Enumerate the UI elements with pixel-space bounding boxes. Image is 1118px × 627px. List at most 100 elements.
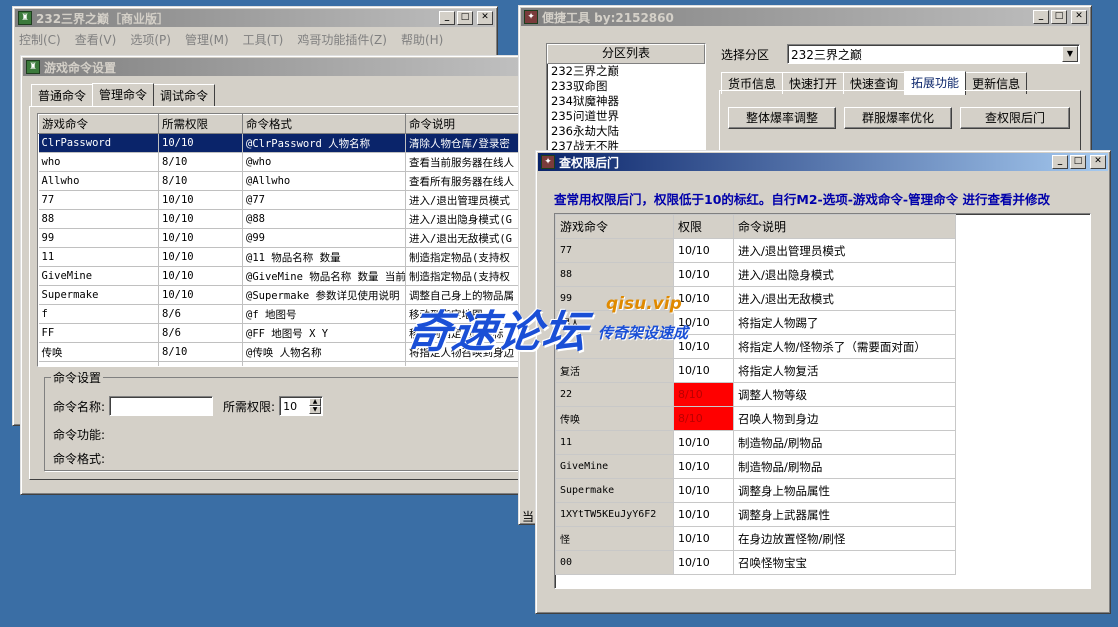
command-list-view[interactable]: 游戏命令 所需权限 命令格式 命令说明 ClrPassword 10/10 @Clr…: [37, 113, 529, 367]
table-cell: 10/10: [158, 209, 243, 229]
command-settings-titlebar[interactable]: ♜ 游戏命令设置: [23, 58, 527, 76]
chevron-down-icon[interactable]: ▼: [1062, 46, 1078, 62]
command-settings-window: ♜ 游戏命令设置 普通命令 管理命令 调试命令 游戏命令 所需权限 命令格式 命…: [20, 55, 530, 495]
table-row[interactable]: GiveMine 10/10 制造物品/刷物品: [555, 454, 956, 479]
menu-plugins[interactable]: 鸡哥功能插件(Z): [297, 31, 387, 48]
table-cell: FF: [38, 323, 159, 343]
menu-options[interactable]: 选项(P): [130, 31, 171, 48]
group-drop-rate-button[interactable]: 群服爆率优化: [844, 107, 952, 129]
spinner-down-icon[interactable]: ▼: [309, 406, 322, 414]
close-button[interactable]: ✕: [477, 11, 493, 25]
menu-view[interactable]: 查看(V): [75, 31, 117, 48]
minimize-button[interactable]: _: [1033, 10, 1049, 24]
tab-normal-commands[interactable]: 普通命令: [31, 84, 94, 106]
table-cell: 11: [38, 247, 159, 267]
table-row[interactable]: 传唤 8/10 召唤人物到身边: [555, 406, 956, 431]
col-game-command: 游戏命令: [555, 214, 674, 239]
command-name-input[interactable]: [109, 396, 214, 416]
permission-cell: 10/10: [673, 502, 734, 527]
table-cell: @Allwho: [242, 171, 406, 191]
permission-cell: 10/10: [673, 430, 734, 455]
table-row[interactable]: 1XYtTW5KEuJyY6F2 10/10 调整身上武器属性: [555, 502, 956, 527]
tab-admin-commands[interactable]: 管理命令: [92, 83, 155, 107]
col-command-description[interactable]: 命令说明: [405, 114, 529, 134]
table-row[interactable]: 88 10/10 @88 进入/退出隐身模式(G: [38, 209, 529, 229]
maximize-button[interactable]: □: [457, 11, 473, 25]
table-row[interactable]: 88 10/10 进入/退出隐身模式: [555, 262, 956, 287]
table-row[interactable]: Allwho 8/10 @Allwho 查看所有服务器在线人: [38, 171, 529, 191]
zone-select[interactable]: 232三界之巅 ▼: [787, 44, 1080, 64]
table-row[interactable]: 11 10/10 @11 物品名称 数量 制造指定物品(支持权: [38, 247, 529, 267]
table-cell: @11 物品名称 数量: [242, 247, 406, 267]
zone-list-item[interactable]: 233驭命图: [551, 79, 705, 94]
minimize-button[interactable]: _: [439, 11, 455, 25]
table-cell: 10/10: [158, 190, 243, 210]
zone-list-item[interactable]: 232三界之巅: [551, 64, 705, 79]
spinner-up-icon[interactable]: ▲: [309, 398, 322, 406]
maximize-button[interactable]: □: [1070, 155, 1086, 169]
quick-tools-titlebar[interactable]: ✦ 便捷工具 by:2152860 _ □ ✕: [521, 8, 1089, 26]
table-cell: 将指定人物召唤到身边: [405, 342, 529, 362]
permission-cell-flagged: 8/10: [673, 406, 734, 431]
permission-cell: 10/10: [673, 478, 734, 503]
close-button[interactable]: ✕: [1090, 155, 1106, 169]
table-row[interactable]: GiveMine 10/10 @GiveMine 物品名称 数量 当前 制造指定物品(…: [38, 266, 529, 286]
table-row[interactable]: 传唤 8/10 @传唤 人物名称 将指定人物召唤到身边: [38, 342, 529, 362]
table-row[interactable]: f 8/6 @f 地图号 移动到指定地图: [38, 304, 529, 324]
permission-spinner[interactable]: 10 ▲ ▼: [279, 396, 324, 416]
table-row[interactable]: ClrPassword 10/10 @ClrPassword 人物名称 清除人物仓库/…: [38, 133, 529, 153]
backdoor-check-title: 查权限后门: [559, 155, 620, 170]
maximize-button[interactable]: □: [1051, 10, 1067, 24]
overall-drop-rate-button[interactable]: 整体爆率调整: [728, 107, 836, 129]
table-cell: 88: [38, 209, 159, 229]
table-row[interactable]: who 8/10 @who 查看当前服务器在线人: [38, 152, 529, 172]
permission-cell: 10/10: [673, 310, 734, 335]
col-required-permission[interactable]: 所需权限: [158, 114, 243, 134]
close-button[interactable]: ✕: [1071, 10, 1087, 24]
description-cell: 调整人物等级: [733, 382, 956, 407]
menu-control[interactable]: 控制(C): [19, 31, 61, 48]
table-row[interactable]: 77 10/10 进入/退出管理员模式: [555, 238, 956, 263]
table-row[interactable]: kill 10/10 将指定人物/怪物杀了（需要面对面）: [555, 334, 956, 359]
table-cell: @88: [242, 209, 406, 229]
table-row[interactable]: Supermake 10/10 调整身上物品属性: [555, 478, 956, 503]
col-game-command[interactable]: 游戏命令: [38, 114, 159, 134]
table-cell: @who: [242, 152, 406, 172]
table-row[interactable]: 复活 10/10 将指定人物复活: [555, 358, 956, 383]
permission-cell: 10/10: [673, 262, 734, 287]
table-row[interactable]: 11 10/10 制造物品/刷物品: [555, 430, 956, 455]
menu-tools[interactable]: 工具(T): [243, 31, 284, 48]
zone-list-item[interactable]: 235问道世界: [551, 109, 705, 124]
permission-cell: 10/10: [673, 358, 734, 383]
table-row[interactable]: 99 10/10 @99 进入/退出无敌模式(G: [38, 228, 529, 248]
zone-list-item[interactable]: 234狱魔神器: [551, 94, 705, 109]
table-cell: 10/10: [158, 266, 243, 286]
table-row[interactable]: 77 10/10 @77 进入/退出管理员模式: [38, 190, 529, 210]
zone-list[interactable]: 分区列表 232三界之巅 233驭命图 234狱魔神器 235问道世界 236永劫大陆 2…: [546, 43, 706, 163]
command-tabs: 普通命令 管理命令 调试命令: [31, 82, 529, 107]
table-row[interactable]: 踢人 10/10 将指定人物踢了: [555, 310, 956, 335]
table-cell: Allwho: [38, 171, 159, 191]
minimize-button[interactable]: _: [1052, 155, 1068, 169]
backdoor-check-titlebar[interactable]: ✦ 查权限后门 _ □ ✕: [538, 153, 1108, 171]
table-row[interactable]: 99 10/10 进入/退出无敌模式: [555, 286, 956, 311]
menu-manage[interactable]: 管理(M): [185, 31, 229, 48]
backdoor-results-grid[interactable]: 游戏命令 权限 命令说明 77 10/10 进入/退出管理员模式 88 10/10 进入/…: [554, 213, 1091, 589]
description-cell: 进入/退出管理员模式: [733, 238, 956, 263]
command-cell: 复活: [555, 358, 674, 383]
table-row[interactable]: FF 8/6 @FF 地图号 X Y 移动到指定地图坐标: [38, 323, 529, 343]
table-row[interactable]: Supermake 10/10 @Supermake 参数详见使用说明 调整自己身上的…: [38, 285, 529, 305]
main-window-titlebar[interactable]: ♜ 232三界之巅［商业版］ _ □ ✕: [15, 9, 495, 27]
menu-help[interactable]: 帮助(H): [401, 31, 443, 48]
tab-debug-commands[interactable]: 调试命令: [153, 84, 216, 106]
table-row[interactable]: 00 10/10 召唤怪物宝宝: [555, 550, 956, 575]
table-row[interactable]: 怪 10/10 在身边放置怪物/刷怪: [555, 526, 956, 551]
col-command-format[interactable]: 命令格式: [242, 114, 406, 134]
tool-app-icon: ✦: [541, 155, 555, 169]
check-backdoor-button[interactable]: 查权限后门: [960, 107, 1070, 129]
table-row[interactable]: 跟踪8/10@跟踪 人物名称跟踪指定人物(支持权: [38, 361, 529, 366]
description-cell: 进入/退出隐身模式: [733, 262, 956, 287]
zone-list-item[interactable]: 236永劫大陆: [551, 124, 705, 139]
table-row[interactable]: 22 8/10 调整人物等级: [555, 382, 956, 407]
main-menubar: 控制(C) 查看(V) 选项(P) 管理(M) 工具(T) 鸡哥功能插件(Z) …: [13, 29, 497, 50]
